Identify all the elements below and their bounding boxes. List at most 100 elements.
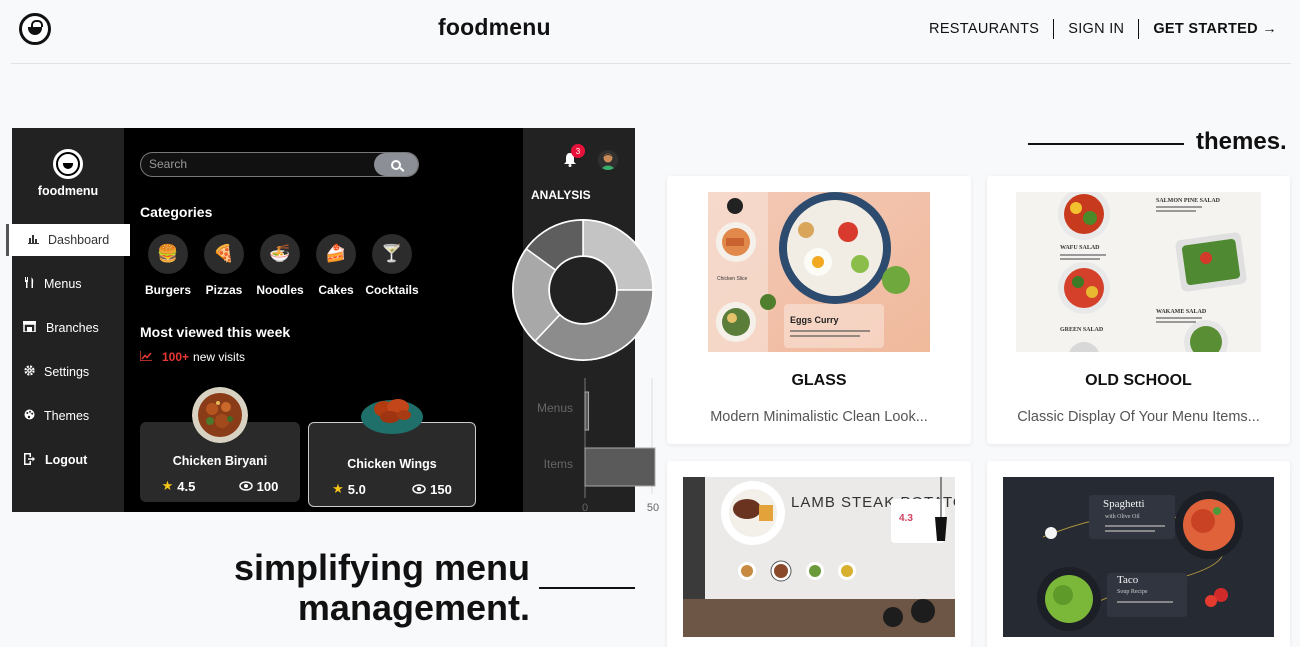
category-label: Cakes (318, 283, 354, 297)
notification-badge: 3 (571, 144, 585, 158)
dish-name: Chicken Wings (347, 457, 437, 471)
brand-title[interactable]: foodmenu (438, 14, 551, 41)
analysis-donut-chart (512, 219, 654, 361)
sidebar-item-settings[interactable]: Settings (12, 356, 124, 388)
utensils-icon (22, 277, 36, 291)
dish-image-wings (360, 387, 424, 437)
gear-icon (22, 365, 36, 379)
sidebar-item-label: Logout (45, 453, 88, 467)
visits-count: 100+ (162, 350, 190, 364)
theme-preview-glass: Eggs Curry Chicken Slice (708, 192, 930, 352)
sidebar-item-label: Branches (46, 321, 99, 335)
category-label: Cocktails (365, 283, 419, 297)
nav-restaurants[interactable]: RESTAURANTS (915, 21, 1053, 37)
theme-card-glass[interactable]: Eggs Curry Chicken Slice GLASS Modern Mi… (667, 176, 971, 444)
sidebar-item-dashboard[interactable]: Dashboard (6, 224, 130, 256)
nav-get-started[interactable]: GET STARTED → (1139, 21, 1277, 37)
theme-overlay-item-2-sub: Soup Recipe (1117, 589, 1148, 595)
sidebar-item-label: Settings (44, 365, 90, 379)
dashboard-sidebar: foodmenu Dashboard Menus Branches Settin… (6, 128, 130, 512)
bar-menus (584, 391, 590, 431)
dish-stats: ★ 4.5 100 (140, 478, 300, 494)
bar-tick-max: 50 (647, 502, 659, 512)
star-icon: ★ (332, 481, 344, 496)
views-value: 150 (430, 481, 452, 497)
bar-label: Items (544, 457, 573, 471)
theme-description: Classic Display Of Your Menu Items... (1017, 409, 1260, 425)
sidebar-item-label: Dashboard (48, 233, 110, 247)
eye-icon (238, 481, 253, 491)
sidebar-item-themes[interactable]: Themes (12, 400, 124, 432)
dashboard-search (140, 152, 419, 177)
cocktail-icon: 🍸 (372, 234, 412, 274)
dish-stats: ★ 5.0 150 (309, 481, 475, 497)
category-burgers[interactable]: 🍔 Burgers (140, 234, 196, 297)
logo-icon[interactable] (19, 13, 51, 45)
dish-views: 150 (412, 481, 452, 497)
theme-preview-old-school: SALMON PINE SALAD WAFU SALAD WAKAME SALA… (1016, 192, 1261, 352)
bar-items (584, 447, 656, 487)
search-icon (391, 159, 401, 170)
visits-label: new visits (193, 350, 246, 364)
sidebar-item-logout[interactable]: Logout (12, 444, 124, 476)
themes-heading: themes. (1196, 128, 1287, 155)
category-noodles[interactable]: 🍜 Noodles (252, 234, 308, 297)
theme-overlay-item-2: Taco (1117, 574, 1139, 586)
tagline-line-1: simplifying menu (233, 547, 530, 588)
svg-text:Chicken Slice: Chicken Slice (717, 276, 748, 282)
category-label: Noodles (256, 283, 304, 297)
avatar[interactable] (598, 150, 618, 170)
svg-text:WAFU SALAD: WAFU SALAD (1060, 245, 1100, 251)
category-pizzas[interactable]: 🍕 Pizzas (196, 234, 252, 297)
tagline-line-2: management. (297, 587, 530, 628)
theme-preview-dark: Spaghetti with Olive Oil Taco Soup Recip… (1003, 477, 1274, 637)
chart-icon (26, 234, 40, 247)
theme-overlay-item-1: Spaghetti (1103, 498, 1145, 510)
rating-value: 5.0 (347, 481, 366, 497)
dashboard-preview: foodmenu Dashboard Menus Branches Settin… (6, 128, 659, 512)
cake-icon: 🍰 (316, 234, 356, 274)
dish-name: Chicken Biryani (172, 454, 268, 468)
category-list: 🍔 Burgers 🍕 Pizzas 🍜 Noodles 🍰 Cakes 🍸 Cockta… (140, 234, 420, 297)
site-header: foodmenu RESTAURANTS SIGN IN GET STARTED… (11, 0, 1291, 64)
dish-image-biryani (192, 387, 248, 443)
bar-tick-min: 0 (582, 502, 588, 512)
themes-heading-line (1028, 143, 1184, 145)
category-cakes[interactable]: 🍰 Cakes (308, 234, 364, 297)
theme-card-old-school[interactable]: SALMON PINE SALAD WAFU SALAD WAKAME SALA… (987, 176, 1290, 444)
theme-description: Modern Minimalistic Clean Look... (710, 409, 928, 425)
sidebar-item-label: Themes (44, 409, 90, 423)
sidebar-item-branches[interactable]: Branches (12, 312, 124, 344)
noodles-icon: 🍜 (260, 234, 300, 274)
category-label: Burgers (144, 283, 191, 297)
categories-heading: Categories (140, 204, 213, 220)
star-icon: ★ (161, 478, 174, 493)
top-nav: RESTAURANTS SIGN IN GET STARTED → (915, 19, 1277, 39)
theme-card-dark[interactable]: Spaghetti with Olive Oil Taco Soup Recip… (987, 461, 1290, 647)
nav-sign-in[interactable]: SIGN IN (1054, 21, 1138, 37)
theme-card-modern[interactable]: LAMB STEAK POTATO 4.3 (667, 461, 971, 647)
trend-up-icon (139, 350, 152, 364)
search-input[interactable] (149, 157, 369, 171)
dish-views: 100 (238, 478, 279, 494)
donut-hole (550, 257, 616, 323)
dish-rating: ★ 5.0 (332, 481, 366, 497)
svg-text:SALMON PINE SALAD: SALMON PINE SALAD (1156, 198, 1221, 204)
visits-summary: 100+ new visits (139, 350, 246, 364)
sidebar-item-menus[interactable]: Menus (12, 268, 124, 300)
sidebar-item-label: Menus (44, 277, 82, 291)
views-value: 100 (256, 478, 279, 494)
category-cocktails[interactable]: 🍸 Cocktails (364, 234, 420, 297)
search-button[interactable] (374, 153, 418, 176)
rating-value: 4.5 (177, 478, 196, 494)
tagline-underline (539, 587, 635, 589)
category-label: Pizzas (205, 283, 243, 297)
pizza-icon: 🍕 (204, 234, 244, 274)
svg-text:Eggs Curry: Eggs Curry (790, 315, 839, 325)
palette-icon (22, 409, 36, 423)
hero-tagline: simplifying menu management. (234, 548, 530, 628)
analysis-bar-chart: Menus Items 0 50 (537, 378, 659, 512)
bar-label: Menus (537, 401, 573, 415)
eye-icon (412, 484, 426, 494)
dashboard-logo-icon (53, 149, 83, 179)
